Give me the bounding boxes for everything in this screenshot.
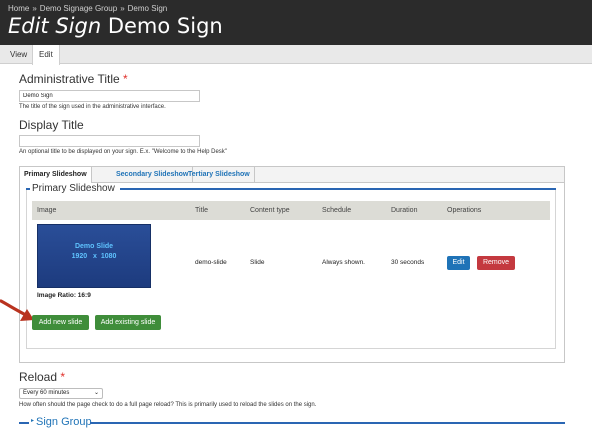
- tab-view[interactable]: View: [4, 45, 33, 64]
- caret-right-icon: ▸: [31, 418, 35, 424]
- sign-group-toggle[interactable]: Sign Group: [36, 416, 92, 428]
- slide-thumbnail[interactable]: Demo Slide 1920 x 1080: [37, 224, 151, 288]
- breadcrumb-separator: »: [120, 4, 125, 13]
- breadcrumb-separator: »: [32, 4, 37, 13]
- tab-tertiary-slideshow[interactable]: Tertiary Slideshow: [184, 167, 255, 183]
- thumbnail-times: x: [93, 253, 97, 260]
- slide-schedule-cell: Always shown.: [322, 259, 365, 266]
- annotation-arrow-icon: [0, 299, 34, 321]
- required-marker: *: [60, 370, 66, 384]
- column-header-content-type: Content type: [250, 207, 290, 214]
- thumbnail-width: 1920: [71, 253, 88, 260]
- breadcrumb-group[interactable]: Demo Signage Group: [40, 4, 117, 13]
- slides-table-header: Image Title Content type Schedule Durati…: [32, 201, 550, 220]
- column-header-duration: Duration: [391, 207, 418, 214]
- reload-selected-value: Every 60 minutes: [23, 390, 70, 396]
- page-title: Edit Sign Demo Sign: [8, 14, 223, 38]
- fieldset-divider: [120, 188, 556, 190]
- slideshow-tab-bar: Primary Slideshow Secondary Slideshow Te…: [20, 167, 564, 184]
- fieldset-divider: [26, 188, 30, 190]
- page-title-action: Edit Sign: [8, 14, 102, 38]
- reload-label: Reload *: [19, 370, 65, 384]
- thumbnail-height: 1080: [100, 253, 117, 260]
- primary-tabs: View Edit: [0, 45, 592, 65]
- slide-duration-cell: 30 seconds: [391, 259, 425, 266]
- image-ratio: Image Ratio: 16:9: [37, 292, 91, 299]
- tab-edit[interactable]: Edit: [32, 45, 60, 65]
- remove-slide-button[interactable]: Remove: [477, 256, 515, 270]
- slide-title-cell: demo-slide: [195, 259, 227, 266]
- thumbnail-size: 1920 x 1080: [38, 253, 150, 260]
- fieldset-legend: Primary Slideshow: [32, 183, 118, 194]
- reload-label-text: Reload: [19, 370, 58, 384]
- display-title-description: An optional title to be displayed on you…: [19, 149, 227, 155]
- chevron-down-icon: ⌄: [93, 390, 99, 396]
- column-header-schedule: Schedule: [322, 207, 352, 214]
- column-header-title: Title: [195, 207, 208, 214]
- edit-slide-button[interactable]: Edit: [447, 256, 470, 270]
- page-header: Home» Demo Signage Group» Demo Sign Edit S…: [0, 0, 592, 45]
- add-existing-slide-button[interactable]: Add existing slide: [95, 315, 161, 330]
- column-header-operations: Operations: [447, 207, 482, 214]
- reload-description: How often should the page check to do a …: [19, 402, 317, 408]
- sign-group-divider: [19, 422, 29, 424]
- reload-select[interactable]: Every 60 minutes ⌄: [19, 388, 103, 399]
- admin-title-label: Administrative Title *: [19, 72, 128, 86]
- required-marker: *: [123, 72, 128, 86]
- tab-secondary-slideshow[interactable]: Secondary Slideshow: [112, 167, 194, 183]
- add-new-slide-button[interactable]: Add new slide: [32, 315, 89, 330]
- sign-group-divider: [90, 422, 565, 424]
- slide-content-type-cell: Slide: [250, 259, 265, 266]
- admin-title-input[interactable]: [19, 90, 200, 102]
- display-title-input[interactable]: [19, 135, 200, 147]
- admin-title-description: The title of the sign used in the admini…: [19, 104, 166, 110]
- tab-primary-slideshow[interactable]: Primary Slideshow: [20, 167, 92, 184]
- breadcrumb-home[interactable]: Home: [8, 4, 29, 13]
- admin-title-label-text: Administrative Title: [19, 72, 120, 86]
- display-title-label: Display Title: [19, 118, 84, 132]
- breadcrumb-sign[interactable]: Demo Sign: [128, 4, 168, 13]
- column-header-image: Image: [37, 207, 57, 214]
- breadcrumb: Home» Demo Signage Group» Demo Sign: [8, 4, 167, 13]
- thumbnail-title: Demo Slide: [74, 243, 114, 250]
- page-title-name: Demo Sign: [107, 14, 223, 38]
